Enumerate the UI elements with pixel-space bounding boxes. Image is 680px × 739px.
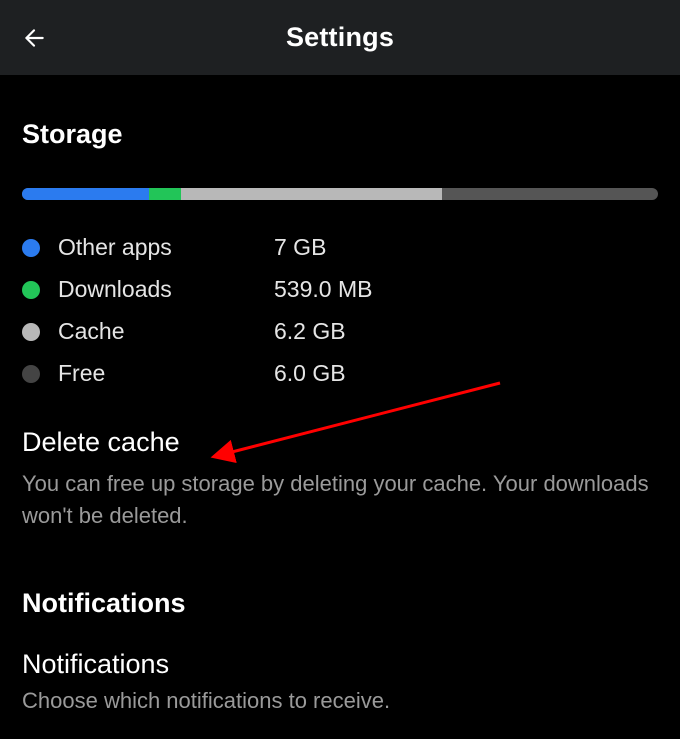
usage-segment-other-apps <box>22 188 149 200</box>
app-header: Settings <box>0 0 680 75</box>
notifications-heading: Notifications <box>22 588 658 619</box>
legend-value: 7 GB <box>274 234 326 261</box>
legend-value: 6.0 GB <box>274 360 346 387</box>
storage-usage-bar <box>22 188 658 200</box>
legend-row-other-apps: Other apps 7 GB <box>22 234 658 261</box>
notifications-item[interactable]: Notifications Choose which notifications… <box>22 649 658 714</box>
dot-icon <box>22 365 40 383</box>
storage-heading: Storage <box>22 119 658 150</box>
usage-segment-cache <box>181 188 442 200</box>
dot-icon <box>22 323 40 341</box>
legend-label: Free <box>58 360 274 387</box>
notifications-item-title: Notifications <box>22 649 658 680</box>
dot-icon <box>22 281 40 299</box>
legend-label: Other apps <box>58 234 274 261</box>
legend-value: 539.0 MB <box>274 276 372 303</box>
legend-label: Cache <box>58 318 274 345</box>
delete-cache-title: Delete cache <box>22 427 658 458</box>
content: Storage Other apps 7 GB Downloads 539.0 … <box>0 119 680 714</box>
delete-cache-item[interactable]: Delete cache You can free up storage by … <box>22 427 658 532</box>
storage-legend: Other apps 7 GB Downloads 539.0 MB Cache… <box>22 234 658 387</box>
back-button[interactable] <box>18 22 50 54</box>
legend-row-downloads: Downloads 539.0 MB <box>22 276 658 303</box>
usage-segment-downloads <box>149 188 181 200</box>
legend-row-free: Free 6.0 GB <box>22 360 658 387</box>
delete-cache-description: You can free up storage by deleting your… <box>22 468 658 532</box>
dot-icon <box>22 239 40 257</box>
notifications-item-description: Choose which notifications to receive. <box>22 688 658 714</box>
legend-value: 6.2 GB <box>274 318 346 345</box>
legend-label: Downloads <box>58 276 274 303</box>
legend-row-cache: Cache 6.2 GB <box>22 318 658 345</box>
usage-segment-free <box>442 188 658 200</box>
arrow-left-icon <box>21 25 47 51</box>
page-title: Settings <box>0 22 680 53</box>
